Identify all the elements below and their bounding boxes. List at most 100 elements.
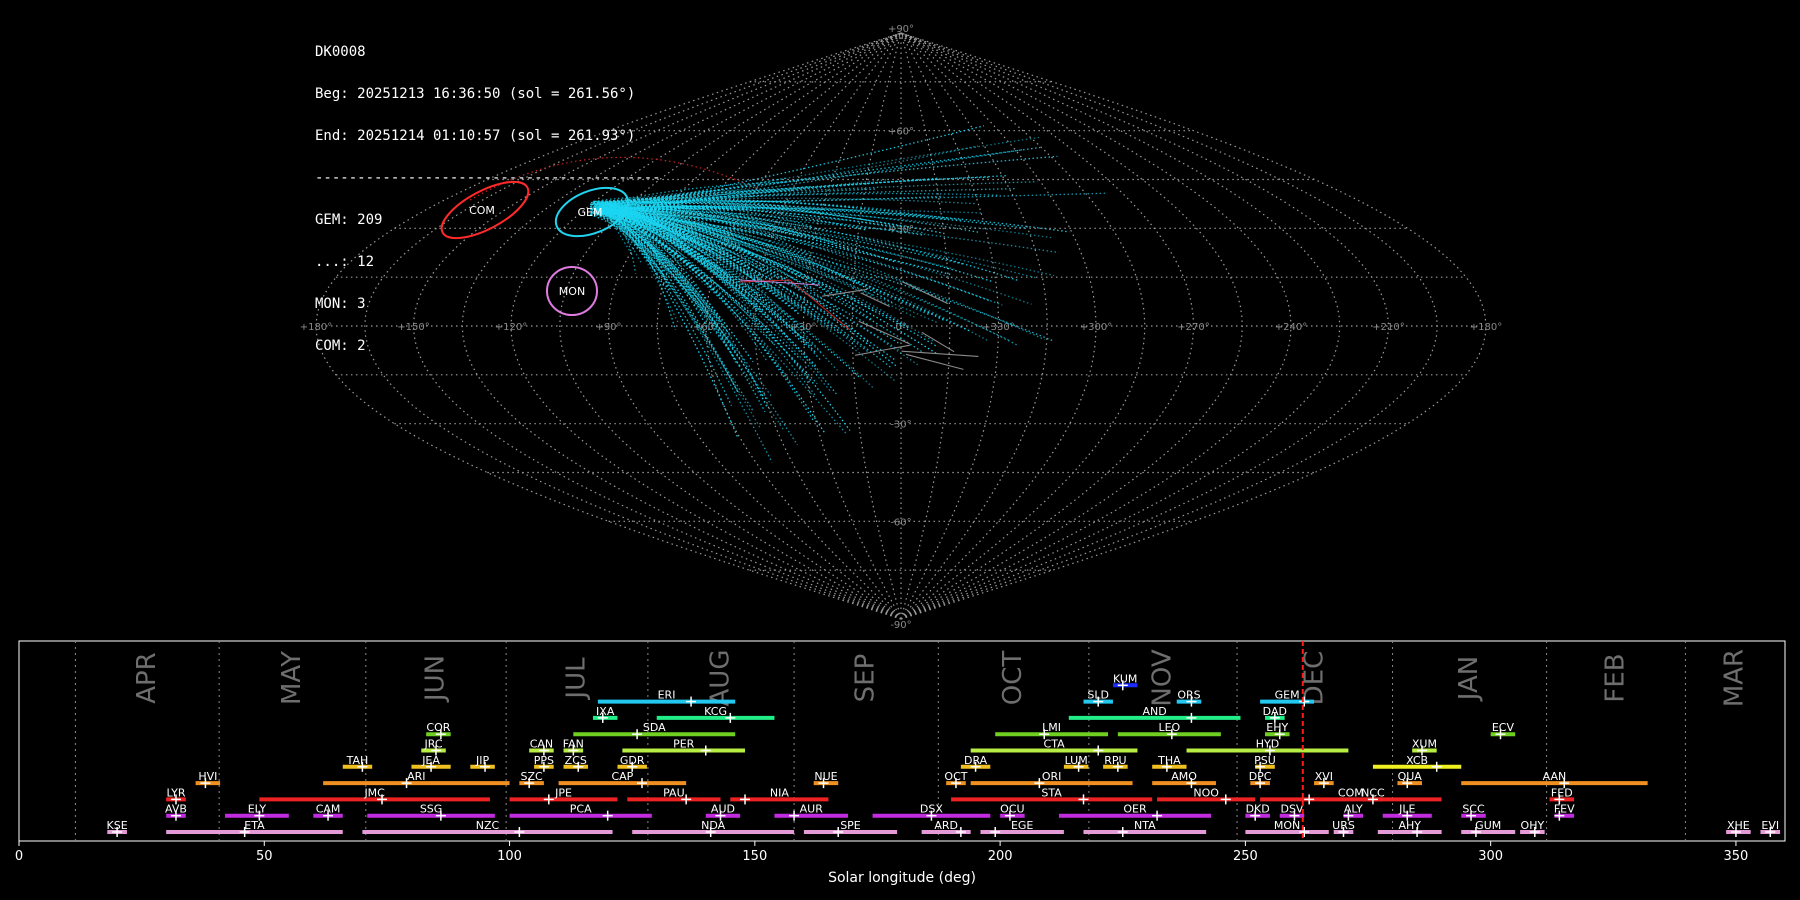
shower-code-label: DSV (1280, 803, 1303, 816)
shower-bar-group: NZC (362, 819, 613, 837)
shower-bar-group: NOO (1157, 786, 1256, 805)
shower-bar-group: CAP (558, 770, 687, 789)
shower-code-label: LYR (166, 786, 185, 799)
shower-bar-group: JIP (470, 754, 495, 772)
longitude-tick-label: +300° (1080, 322, 1112, 333)
shower-bar-group: OHY (1520, 819, 1545, 837)
shower-code-label: ORS (1177, 689, 1200, 702)
shower-code-label: QUA (1398, 770, 1423, 783)
longitude-tick-label: +210° (1372, 322, 1404, 333)
shower-bar-group: ERI (597, 689, 736, 707)
meteor-trail (589, 214, 704, 312)
shower-code-label: JLE (1398, 803, 1415, 816)
shower-code-label: FED (1551, 786, 1573, 799)
shower-bar-group: ECV (1490, 721, 1516, 740)
latitude-tick-label: -90° (890, 620, 911, 630)
shower-bar-group: ARD (921, 819, 971, 837)
latitude-tick-label: -60° (890, 517, 911, 528)
shower-code-label: SZC (521, 770, 544, 783)
shower-code-label: JIP (475, 754, 489, 767)
shower-code-label: KCG (704, 705, 727, 718)
shower-bar-group: FAN (563, 738, 584, 756)
plot-frame (18, 640, 1786, 842)
shower-code-label: XCB (1406, 754, 1428, 767)
shower-bar-group: SPE (803, 819, 898, 837)
meteor-trails (589, 125, 1106, 463)
shower-bar-group: QUA (1397, 770, 1423, 789)
longitude-tick-label: +90° (595, 322, 621, 333)
shower-code-label: OCT (944, 770, 967, 783)
x-tick-label: 200 (988, 849, 1013, 864)
shower-bar-group: EGE (980, 819, 1064, 837)
x-tick-label: 0 (15, 849, 23, 864)
shower-code-label: SDA (643, 721, 666, 734)
shower-code-label: KSE (107, 819, 128, 832)
shower-bar-group: OCU (1000, 803, 1025, 821)
month-label: JUL (562, 657, 592, 701)
shower-bar-group: PCA (509, 803, 652, 821)
shower-bar-group: ZCS (563, 754, 589, 772)
shower-code-label: PCA (570, 803, 592, 816)
shower-code-label: LEO (1158, 721, 1180, 734)
shower-bar-group: DKD (1245, 803, 1270, 821)
shower-bar-group: ORS (1176, 689, 1202, 707)
shower-code-label: XHE (1727, 819, 1750, 832)
shower-bar-group: ORI (970, 770, 1133, 789)
shower-bar-group: KUM (1112, 672, 1138, 691)
shower-bar-group: THA (1152, 754, 1187, 772)
shower-bar-group: AMO (1152, 770, 1216, 789)
x-tick-label: 350 (1724, 849, 1749, 864)
shower-code-label: NTA (1134, 819, 1156, 832)
month-label: JAN (1454, 656, 1484, 702)
shower-code-label: NUE (814, 770, 837, 783)
shower-code-label: CTA (1044, 738, 1066, 751)
shower-bar-group: ETA (166, 819, 343, 837)
shower-code-label: JEA (421, 754, 440, 767)
shower-code-label: DAD (1263, 705, 1287, 718)
shower-code-label: SLD (1087, 689, 1109, 702)
shower-bar-group: JMC (259, 786, 490, 805)
shower-code-label: GEM (1275, 689, 1300, 702)
shower-code-label: SCC (1462, 803, 1485, 816)
shower-bar-group: SSG (367, 803, 495, 821)
shower-code-label: DSX (920, 803, 943, 816)
shower-bar-group: NTA (1083, 819, 1207, 837)
shower-bar-group: SLD (1083, 689, 1113, 707)
shower-bar-group: SCC (1461, 803, 1486, 821)
shower-code-label: PAU (663, 786, 685, 799)
shower-bar-group: KSE (107, 819, 128, 837)
meteor-trail (593, 149, 1023, 215)
longitude-tick-label: +270° (1177, 322, 1209, 333)
shower-bar-group: KCG (656, 705, 775, 723)
shower-bar-group: JEA (411, 754, 451, 772)
shower-code-label: EGE (1011, 819, 1033, 832)
meteor-trail (596, 213, 901, 345)
latitude-tick-label: +90° (888, 24, 914, 35)
shower-bar-group: LYR (166, 786, 186, 805)
shower-code-label: ORI (1042, 770, 1062, 783)
shower-code-label: COR (426, 721, 450, 734)
shower-code-label: LMI (1042, 721, 1061, 734)
shower-code-label: COM (1338, 786, 1364, 799)
shower-code-label: CAM (316, 803, 341, 816)
sporadic-trail (902, 281, 949, 305)
meridian-line (900, 32, 1390, 620)
shower-code-label: AAN (1543, 770, 1567, 783)
shower-bar-group: AHY (1377, 819, 1442, 837)
shower-bar-group: JLE (1382, 803, 1432, 821)
shower-bar-group: OER (1058, 803, 1212, 821)
shower-code-label: AUR (800, 803, 824, 816)
month-label: SEP (851, 654, 881, 703)
shower-code-label: ARD (934, 819, 958, 832)
x-tick-label: 50 (256, 849, 273, 864)
shower-bar-group: CAN (529, 738, 554, 756)
shower-code-label: ARI (407, 770, 425, 783)
shower-code-label: AVB (165, 803, 187, 816)
sporadic-trail (901, 350, 979, 357)
shower-code-label: SPE (840, 819, 861, 832)
x-tick-label: 300 (1478, 849, 1503, 864)
shower-code-label: AUD (711, 803, 735, 816)
shower-code-label: JMC (363, 786, 385, 799)
shower-bar-group: JPE (509, 786, 618, 805)
month-label: FEB (1601, 653, 1631, 702)
